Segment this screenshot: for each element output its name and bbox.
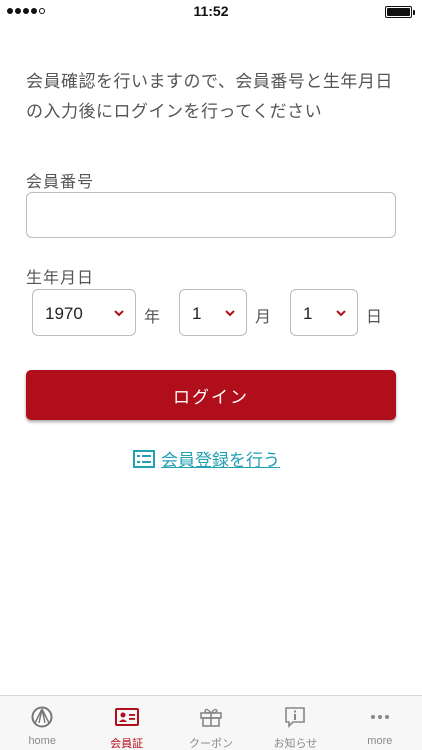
birth-year-select[interactable]: 1970 <box>32 289 136 336</box>
status-time: 11:52 <box>193 3 229 19</box>
chevron-down-icon <box>225 310 235 317</box>
status-bar: 11:52 <box>0 0 422 24</box>
birth-day-value: 1 <box>303 304 313 323</box>
battery-icon <box>385 6 415 18</box>
tab-coupon[interactable]: クーポン <box>169 696 253 750</box>
tab-news[interactable]: お知らせ <box>253 696 337 750</box>
intro-text: 会員確認を行いますので、会員番号と生年月日の入力後にログインを行ってください <box>26 72 393 122</box>
tab-more[interactable]: more <box>338 696 422 750</box>
member-number-label: 会員番号 <box>26 172 95 191</box>
month-unit-label: 月 <box>255 307 272 326</box>
birth-year-value: 1970 <box>45 304 83 323</box>
member-number-input[interactable] <box>26 192 396 238</box>
registration-form-icon <box>133 449 155 468</box>
login-button[interactable]: ログイン <box>26 370 396 420</box>
birth-month-select[interactable]: 1 <box>179 289 247 336</box>
birth-day-select[interactable]: 1 <box>290 289 358 336</box>
register-link-label: 会員登録を行う <box>161 451 280 471</box>
tab-home-label: home <box>28 735 56 747</box>
year-unit-label: 年 <box>144 307 161 326</box>
info-bubble-icon <box>285 707 306 728</box>
more-dots-icon <box>370 715 389 719</box>
tab-member-card[interactable]: 会員証 <box>84 696 168 750</box>
day-unit-label: 日 <box>366 307 383 326</box>
register-link[interactable]: 会員登録を行う <box>133 446 280 471</box>
tab-member-card-label: 会員証 <box>110 738 144 750</box>
tab-news-label: お知らせ <box>273 738 318 750</box>
tab-bar: home 会員証 クーポン お知らせ more <box>0 695 422 750</box>
gift-icon <box>200 708 222 727</box>
tab-coupon-label: クーポン <box>189 738 234 750</box>
member-card-icon <box>114 708 139 726</box>
home-emblem-icon <box>31 706 53 728</box>
chevron-down-icon <box>336 310 346 317</box>
tab-more-label: more <box>367 735 393 747</box>
tab-home[interactable]: home <box>0 696 84 750</box>
birthdate-label: 生年月日 <box>26 268 95 287</box>
birth-month-value: 1 <box>192 304 202 323</box>
chevron-down-icon <box>114 310 124 317</box>
